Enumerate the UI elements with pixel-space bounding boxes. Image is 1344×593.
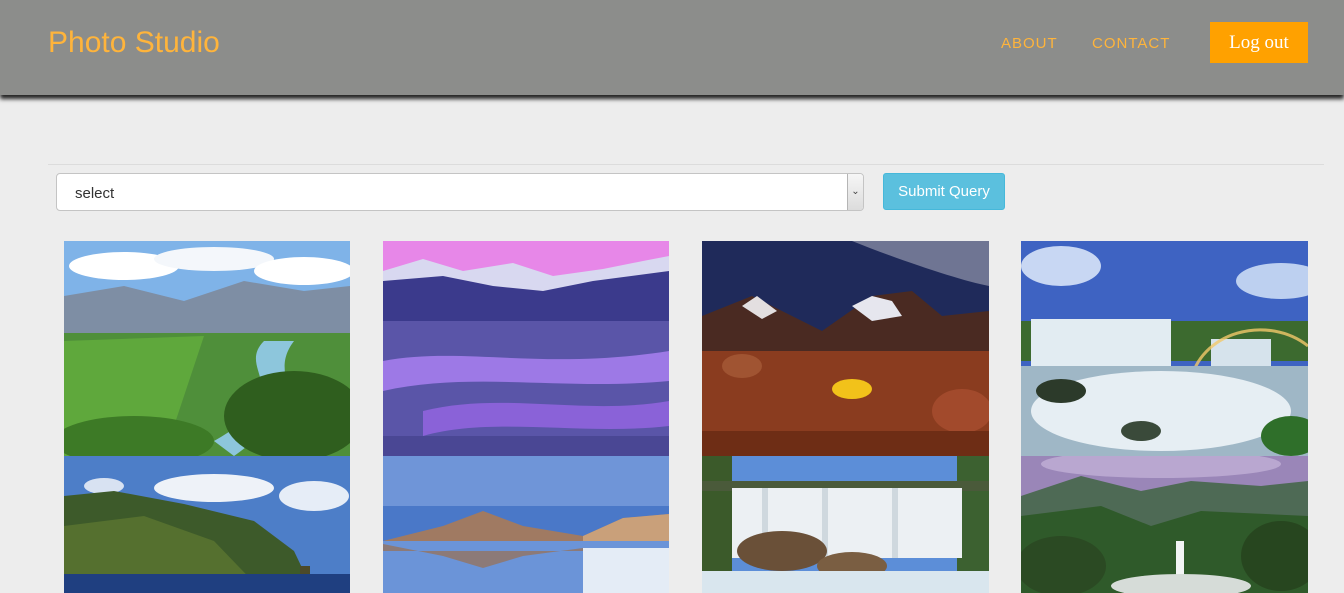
logout-button[interactable]: Log out <box>1210 22 1308 63</box>
chevron-down-icon[interactable]: ⌄ <box>847 174 863 210</box>
nav-link-about[interactable]: ABOUT <box>1001 36 1058 52</box>
photo-salt-lake-reflection[interactable] <box>383 456 669 593</box>
photo-night-camp-mountains[interactable] <box>702 241 989 456</box>
section-divider <box>48 164 1324 165</box>
photo-wide-waterfall[interactable] <box>702 456 989 593</box>
photo-river-valley[interactable] <box>64 241 350 456</box>
photo-waterfall-rainbow[interactable] <box>1021 241 1308 456</box>
photo-coastal-cliff[interactable] <box>64 456 350 593</box>
photo-jungle-waterfall[interactable] <box>1021 456 1308 593</box>
nav-link-contact[interactable]: CONTACT <box>1092 36 1170 52</box>
photo-purple-river-mountains[interactable] <box>383 241 669 456</box>
navbar: Photo Studio ABOUT CONTACT Log out <box>0 0 1344 95</box>
select-value: select <box>75 185 115 202</box>
brand-title[interactable]: Photo Studio <box>48 26 220 60</box>
category-select[interactable]: select ⌄ <box>56 173 864 211</box>
submit-query-button[interactable]: Submit Query <box>883 173 1005 210</box>
